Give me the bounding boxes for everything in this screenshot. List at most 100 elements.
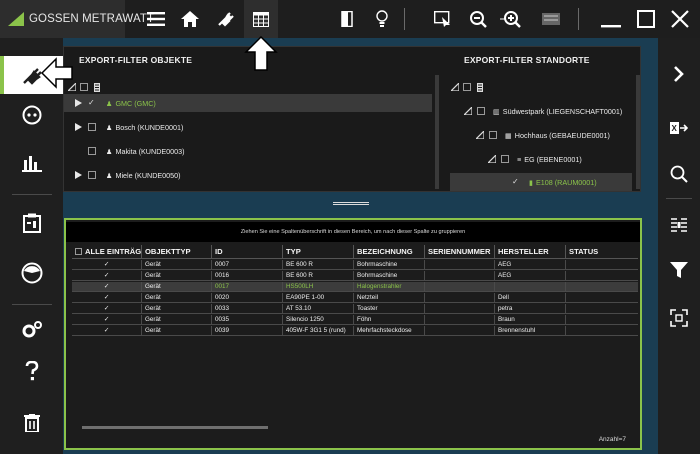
column-header-all[interactable]: ALLE EINTRÄGE — [72, 245, 142, 259]
checkbox[interactable] — [88, 171, 96, 179]
checkbox[interactable] — [88, 123, 96, 131]
table-row[interactable]: ✓ Gerät 0035 Silencio 1250 Föhn Braun — [72, 315, 638, 325]
select-all-checkbox[interactable] — [463, 83, 471, 91]
expand-triangle-icon[interactable] — [75, 171, 82, 179]
door-icon[interactable] — [332, 4, 362, 34]
filter-icon[interactable] — [658, 252, 700, 288]
expand-icon[interactable] — [658, 300, 700, 336]
column-header-bezeichnung[interactable]: BEZEICHNUNG — [354, 245, 425, 259]
table-row[interactable]: ✓ Gerät 0033 AT 53.10 Toaster petra — [72, 304, 638, 314]
logo: GOSSEN METRAWATT — [0, 0, 154, 38]
export-icon[interactable]: X — [658, 110, 700, 146]
floor-icon: ≡ — [517, 154, 522, 164]
column-header-hersteller[interactable]: HERSTELLER — [495, 245, 566, 259]
column-chooser-icon[interactable] — [658, 208, 700, 244]
locations-tree-header — [451, 78, 483, 96]
sidebar-delete-button[interactable] — [0, 404, 63, 442]
cell-status — [566, 315, 638, 325]
cell-seriennummer — [425, 326, 495, 336]
close-icon[interactable] — [665, 4, 695, 34]
room-icon: ▮ — [529, 177, 533, 187]
checkbox[interactable] — [489, 131, 497, 139]
row-checkmark-icon[interactable]: ✓ — [72, 260, 142, 270]
left-sidebar — [0, 38, 63, 454]
checkbox[interactable] — [501, 155, 509, 163]
expand-all-icon[interactable] — [451, 83, 459, 91]
table-row-selected[interactable]: ✓ Gerät 0017 HS500LH Halogenstrahler — [72, 282, 638, 292]
objects-filter-title: EXPORT-FILTER OBJEKTE — [79, 55, 193, 65]
property-icon: ▥ — [493, 106, 500, 116]
minimize-icon[interactable] — [596, 4, 626, 34]
expand-triangle-icon[interactable] — [75, 123, 82, 131]
checkmark-icon[interactable]: ✓ — [512, 178, 521, 186]
sidebar-statistics-button[interactable] — [0, 144, 63, 182]
cell-typ: 405W-F 3G1 5 (rund) — [283, 326, 354, 336]
zoom-out-icon[interactable] — [465, 4, 495, 34]
table-row[interactable]: ✓ Gerät 0039 405W-F 3G1 5 (rund) Mehrfac… — [72, 326, 638, 336]
grid-horizontal-scrollbar[interactable] — [82, 426, 268, 429]
table-row[interactable]: ✓ Gerät 0020 EA90PE 1-00 Netzteil Dell — [72, 293, 638, 303]
search-icon[interactable] — [658, 156, 700, 192]
objects-scrollbar[interactable] — [435, 75, 439, 189]
table-row[interactable]: ✓ Gerät 0007 BE 600 R Bohrmaschine AEG — [72, 260, 638, 270]
select-cursor-icon[interactable] — [428, 4, 458, 34]
splitter-grip-icon[interactable] — [333, 202, 369, 205]
location-row-room[interactable]: ✓ ▮ E108 (RAUM0001) — [450, 173, 632, 191]
select-all-checkbox[interactable] — [80, 83, 88, 91]
object-row-miele[interactable]: ♟ Miele (KUNDE0050) — [75, 166, 181, 184]
row-checkmark-icon[interactable]: ✓ — [72, 326, 142, 336]
locations-scrollbar[interactable] — [636, 75, 640, 189]
sidebar-gauge-button[interactable] — [0, 254, 63, 292]
sidebar-settings-button[interactable] — [0, 310, 63, 348]
checkbox[interactable] — [88, 147, 96, 155]
object-label: Makita (KUNDE0003) — [115, 146, 185, 156]
column-header-status[interactable]: STATUS — [566, 245, 638, 259]
expand-triangle-icon[interactable] — [75, 99, 82, 107]
cell-seriennummer — [425, 304, 495, 314]
row-checkmark-icon[interactable]: ✓ — [72, 282, 142, 292]
row-checkmark-icon[interactable]: ✓ — [72, 315, 142, 325]
location-row-property[interactable]: ▥ Südwestpark (LIEGENSCHAFT0001) — [464, 102, 622, 120]
column-header-id[interactable]: ID — [212, 245, 283, 259]
cell-typ: EA90PE 1-00 — [283, 293, 354, 303]
object-row-bosch[interactable]: ♟ Bosch (KUNDE0001) — [75, 118, 183, 136]
bar-chart-icon — [21, 156, 42, 172]
collapse-triangle-icon[interactable] — [476, 131, 484, 139]
menu-icon[interactable] — [141, 4, 171, 34]
sidebar-socket-button[interactable] — [0, 96, 63, 134]
checkbox[interactable] — [477, 107, 485, 115]
home-icon[interactable] — [175, 4, 205, 34]
person-icon: ♟ — [106, 170, 113, 180]
cell-id: 0039 — [212, 326, 283, 336]
chevron-right-icon[interactable] — [658, 56, 700, 92]
export-filter-panel: EXPORT-FILTER OBJEKTE EXPORT-FILTER STAN… — [63, 46, 641, 192]
checkmark-icon[interactable]: ✓ — [88, 99, 97, 107]
collapse-triangle-icon[interactable] — [464, 107, 472, 115]
panel-splitter[interactable] — [63, 192, 641, 218]
object-row-makita[interactable]: ♟ Makita (KUNDE0003) — [75, 142, 185, 160]
select-all-checkbox[interactable] — [75, 248, 82, 255]
row-checkmark-icon[interactable]: ✓ — [72, 304, 142, 314]
zoom-in-icon[interactable] — [496, 4, 526, 34]
location-row-floor[interactable]: ≡ EG (EBENE0001) — [488, 150, 582, 168]
plug-icon[interactable] — [210, 4, 240, 34]
column-header-typ[interactable]: TYP — [283, 245, 354, 259]
row-checkmark-icon[interactable]: ✓ — [72, 293, 142, 303]
bulb-icon[interactable] — [367, 4, 397, 34]
collapse-triangle-icon[interactable] — [488, 155, 496, 163]
group-by-hint[interactable]: Ziehen Sie eine Spaltenüberschrift in di… — [66, 222, 640, 242]
cell-objekttyp: Gerät — [142, 304, 212, 314]
table-row[interactable]: ✓ Gerät 0016 BE 600 R Bohrmaschine AEG — [72, 271, 638, 281]
column-header-seriennummer[interactable]: SERIENNUMMER — [425, 245, 495, 259]
location-row-building[interactable]: ▦ Hochhaus (GEBAEUDE0001) — [476, 126, 610, 144]
cell-id: 0007 — [212, 260, 283, 270]
maximize-icon[interactable] — [631, 4, 661, 34]
object-label: Miele (KUNDE0050) — [115, 170, 181, 180]
column-header-objekttyp[interactable]: OBJEKTTYP — [142, 245, 212, 259]
row-checkmark-icon[interactable]: ✓ — [72, 271, 142, 281]
object-row-gmc[interactable]: ✓ ♟ GMC (GMC) — [64, 94, 432, 112]
sidebar-help-button[interactable] — [0, 352, 63, 390]
sidebar-clipboard-button[interactable] — [0, 204, 63, 242]
keyboard-icon[interactable] — [536, 4, 566, 34]
grid-table-icon[interactable] — [246, 4, 276, 34]
